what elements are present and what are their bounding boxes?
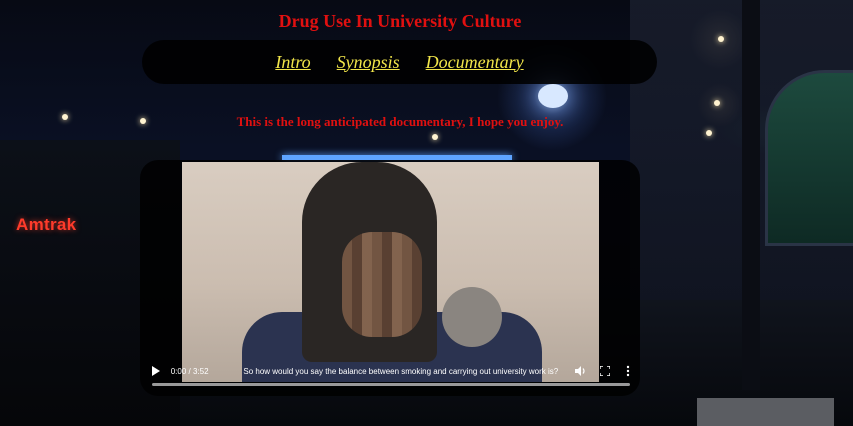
- volume-icon[interactable]: [574, 364, 588, 378]
- background-lamp: [538, 84, 568, 108]
- nav-bar: Intro Synopsis Documentary: [142, 40, 657, 84]
- video-caption: So how would you say the balance between…: [243, 366, 559, 376]
- page: Amtrak Drug Use In University Culture In…: [0, 0, 853, 426]
- fullscreen-icon[interactable]: [598, 364, 612, 378]
- more-options-icon[interactable]: [621, 364, 635, 378]
- nav-link-synopsis[interactable]: Synopsis: [337, 52, 400, 73]
- play-icon[interactable]: [151, 365, 161, 377]
- background-light: [706, 130, 712, 136]
- nav-link-intro[interactable]: Intro: [275, 52, 310, 73]
- nav-link-documentary[interactable]: Documentary: [426, 52, 524, 73]
- background-light: [432, 134, 438, 140]
- background-gray-block: [697, 398, 834, 426]
- background-pole: [742, 0, 760, 390]
- page-title: Drug Use In University Culture: [278, 11, 522, 31]
- amtrak-sign: Amtrak: [16, 215, 77, 234]
- background-arch-window: [765, 70, 853, 246]
- background-light: [718, 36, 724, 42]
- video-surface[interactable]: [182, 162, 599, 382]
- video-subject-pixelated-face: [342, 232, 422, 337]
- tagline: This is the long anticipated documentary…: [236, 114, 564, 129]
- background-light: [714, 100, 720, 106]
- video-subject-collar: [442, 287, 502, 347]
- video-controls: 0:00 / 3:52 So how would you say the bal…: [145, 360, 635, 382]
- video-time-display: 0:00 / 3:52: [170, 366, 209, 376]
- video-progress-bar[interactable]: [152, 383, 630, 386]
